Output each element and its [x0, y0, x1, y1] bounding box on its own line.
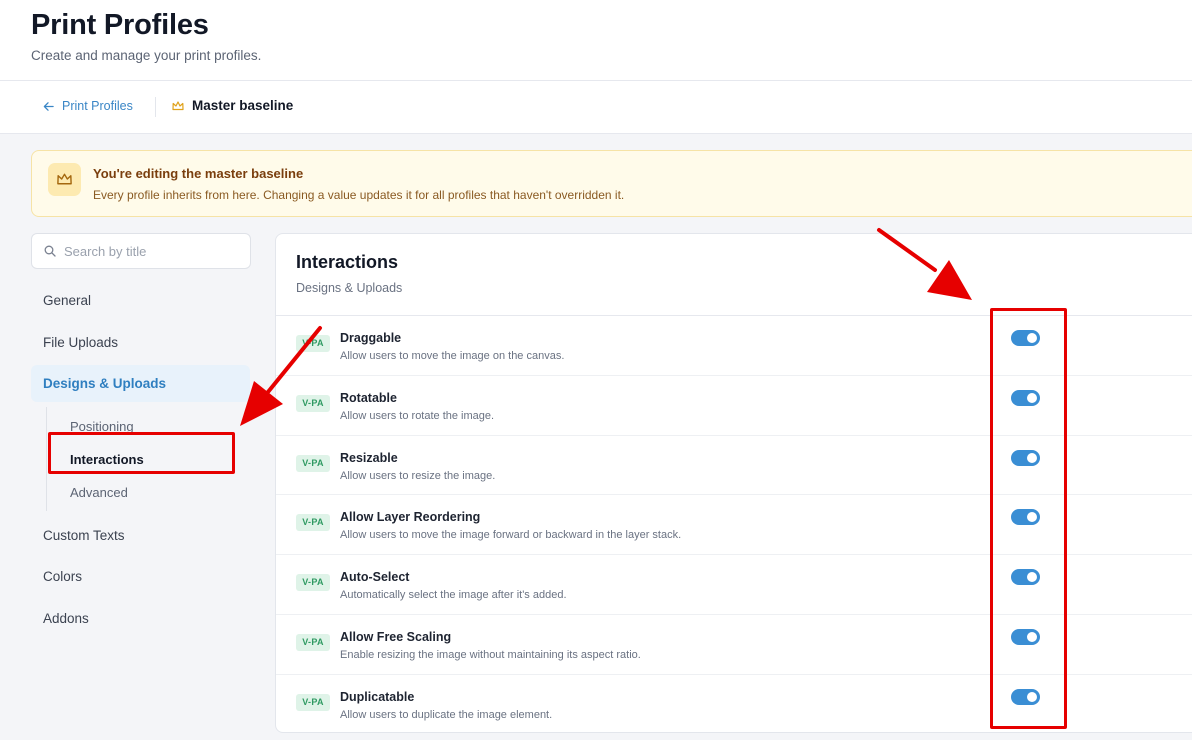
sidebar-item-custom-texts[interactable]: Custom Texts: [31, 517, 251, 554]
setting-title: Allow Free Scaling: [340, 629, 452, 644]
toggle-knob: [1027, 691, 1037, 702]
panel-title: Interactions: [296, 252, 399, 272]
banner-icon-box: [48, 163, 81, 196]
scope-badge: V-PA: [296, 514, 330, 532]
setting-row-auto-select: V-PA Auto-Select Automatically select th…: [276, 555, 1192, 615]
crown-icon: [57, 173, 72, 185]
search-box: [31, 233, 251, 269]
arrow-left-icon: [43, 101, 54, 111]
scope-badge: V-PA: [296, 335, 330, 352]
setting-description: Enable resizing the image without mainta…: [340, 648, 641, 661]
master-baseline-banner: You're editing the master baseline Every…: [31, 150, 1192, 217]
scope-badge: V-PA: [296, 394, 330, 412]
toggle-knob: [1027, 452, 1037, 463]
sidebar-item-file-uploads[interactable]: File Uploads: [31, 324, 251, 361]
sidebar-subnav: Positioning Interactions Advanced: [46, 406, 251, 511]
page-title: Print Profiles: [31, 9, 209, 41]
breadcrumb-back-label: Print Profiles: [62, 99, 133, 113]
setting-description: Allow users to move the image on the can…: [340, 350, 565, 362]
setting-title: Allow Layer Reordering: [340, 510, 481, 525]
search-icon: [44, 245, 56, 257]
setting-title: Duplicatable: [340, 689, 415, 704]
breadcrumb-current: Master baseline: [172, 98, 293, 113]
duplicatable-toggle[interactable]: [1011, 688, 1040, 705]
setting-title: Auto-Select: [340, 570, 410, 585]
sidebar-item-colors[interactable]: Colors: [31, 558, 251, 595]
scope-badge: V-PA: [296, 693, 330, 711]
page-header: Print Profiles Create and manage your pr…: [0, 0, 1192, 81]
setting-row-layer-reordering: V-PA Allow Layer Reordering Allow users …: [276, 495, 1192, 556]
scope-badge: V-PA: [296, 574, 330, 592]
sidebar-subitem-interactions[interactable]: Interactions: [47, 443, 251, 476]
setting-description: Allow users to resize the image.: [340, 469, 496, 482]
sidebar-subitem-advanced[interactable]: Advanced: [47, 476, 251, 509]
setting-row-draggable: V-PA Draggable Allow users to move the i…: [276, 316, 1192, 376]
setting-title: Draggable: [340, 331, 402, 345]
free-scaling-toggle[interactable]: [1011, 628, 1040, 645]
toggle-knob: [1027, 631, 1037, 642]
scope-badge: V-PA: [296, 454, 330, 472]
rotatable-toggle[interactable]: [1011, 389, 1040, 406]
setting-row-rotatable: V-PA Rotatable Allow users to rotate the…: [276, 376, 1192, 436]
setting-description: Allow users to move the image forward or…: [340, 529, 682, 542]
page-subtitle: Create and manage your print profiles.: [31, 48, 262, 63]
breadcrumb: Print Profiles Master baseline: [0, 81, 1192, 134]
draggable-toggle[interactable]: [1011, 330, 1040, 346]
setting-description: Automatically select the image after it'…: [340, 589, 567, 602]
setting-title: Resizable: [340, 450, 398, 465]
settings-list: V-PA Draggable Allow users to move the i…: [276, 316, 1192, 732]
breadcrumb-current-label: Master baseline: [192, 98, 294, 113]
search-input[interactable]: [64, 243, 234, 259]
toggle-knob: [1027, 333, 1037, 343]
setting-row-duplicatable: V-PA Duplicatable Allow users to duplica…: [276, 675, 1192, 732]
interactions-panel: Interactions Designs & Uploads V-PA Drag…: [275, 233, 1192, 733]
banner-text: Every profile inherits from here. Changi…: [93, 188, 625, 202]
sidebar: General File Uploads Designs & Uploads P…: [31, 282, 251, 641]
setting-description: Allow users to duplicate the image eleme…: [340, 708, 553, 721]
layer-reordering-toggle[interactable]: [1011, 509, 1040, 526]
toggle-knob: [1027, 392, 1037, 403]
sidebar-item-general[interactable]: General: [31, 282, 251, 319]
resizable-toggle[interactable]: [1011, 449, 1040, 466]
setting-description: Allow users to rotate the image.: [340, 409, 495, 422]
panel-subtitle: Designs & Uploads: [296, 281, 403, 295]
setting-title: Rotatable: [340, 390, 397, 405]
crown-icon: [172, 100, 184, 110]
setting-row-free-scaling: V-PA Allow Free Scaling Enable resizing …: [276, 615, 1192, 675]
breadcrumb-divider: [155, 97, 156, 117]
auto-select-toggle[interactable]: [1011, 569, 1040, 586]
sidebar-subitem-positioning[interactable]: Positioning: [47, 410, 251, 443]
toggle-knob: [1027, 572, 1037, 583]
banner-title: You're editing the master baseline: [93, 166, 304, 181]
sidebar-item-designs-uploads[interactable]: Designs & Uploads: [31, 365, 250, 402]
scope-badge: V-PA: [296, 633, 330, 651]
breadcrumb-back-link[interactable]: Print Profiles: [43, 99, 133, 113]
toggle-knob: [1027, 512, 1037, 523]
sidebar-item-addons[interactable]: Addons: [31, 600, 251, 637]
setting-row-resizable: V-PA Resizable Allow users to resize the…: [276, 436, 1192, 496]
